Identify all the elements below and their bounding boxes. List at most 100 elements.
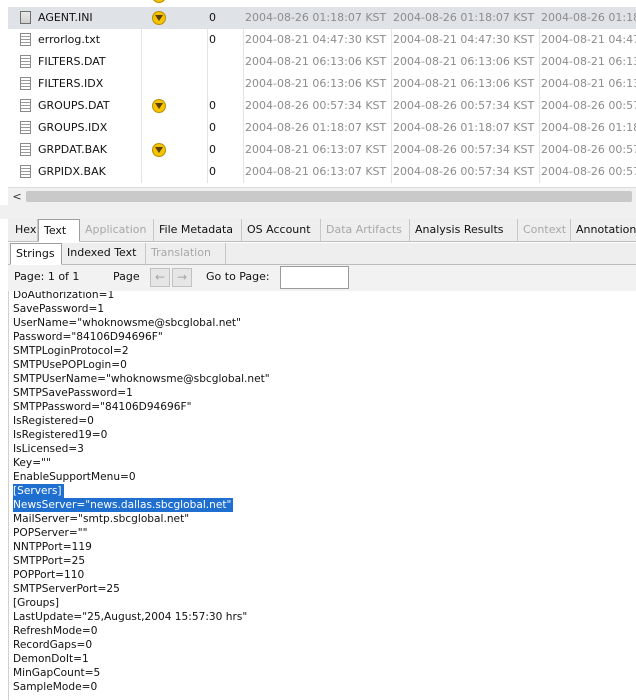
- text-line: Key="": [13, 457, 51, 469]
- size-cell: 0: [208, 139, 244, 161]
- file-icon: [20, 55, 31, 68]
- next-page-arrow-icon[interactable]: →: [172, 268, 192, 287]
- table-row[interactable]: GROUPS.DAT 0 2004-08-26 00:57:34 KST 2004-0…: [8, 95, 636, 117]
- warning-flag-icon: [152, 11, 166, 25]
- access-time-cell: 2004-08-21 04:47: [540, 29, 636, 51]
- flag-cell: [142, 139, 208, 161]
- goto-page-input[interactable]: [280, 266, 349, 289]
- table-row[interactable]: FILTERS.DAT 2004-08-21 06:13:06 KST 2004-0…: [8, 51, 636, 73]
- scrollbar-thumb[interactable]: [26, 191, 632, 202]
- strings-text-area[interactable]: DoAuthorization=1 SavePassword=1 UserName=…: [8, 291, 636, 700]
- splitter[interactable]: [0, 205, 636, 219]
- tab-text[interactable]: Text: [38, 219, 80, 242]
- file-name-cell: GRPDAT.BAK: [8, 139, 142, 161]
- tab-annotations[interactable]: Annotations: [571, 219, 636, 241]
- size-cell: 0: [208, 29, 244, 51]
- size-cell: 0: [208, 161, 244, 183]
- table-row[interactable]: GRPIDX.BAK 0 2004-08-21 06:13:07 KST 2004-0…: [8, 161, 636, 183]
- access-time-cell: 2004-08-21 06:13: [540, 51, 636, 73]
- size-cell: [208, 73, 244, 95]
- modified-time-cell: 2004-08-26 00:57:34 KST: [244, 95, 392, 117]
- text-viewer-subtabs: Strings Indexed Text Translation: [8, 243, 636, 265]
- tab-data-artifacts: Data Artifacts: [321, 219, 410, 241]
- file-name: GROUPS.DAT: [38, 99, 110, 112]
- table-row[interactable]: AGENT.INI 0 2004-08-26 01:18:07 KST 2004-08…: [8, 7, 636, 29]
- text-line: LastUpdate="25,August,2004 15:57:30 hrs": [13, 611, 248, 623]
- previous-page-arrow-icon[interactable]: ←: [150, 268, 170, 287]
- text-line: UserName="whoknowsme@sbcglobal.net": [13, 317, 241, 329]
- access-time-cell: 2004-08-26 01:18: [540, 7, 636, 29]
- file-icon: [20, 99, 31, 112]
- size-cell: [208, 51, 244, 73]
- file-name: FILTERS.DAT: [38, 55, 106, 68]
- tab-os-account[interactable]: OS Account: [242, 219, 321, 241]
- strings-toolbar: Page: 1 of 1 Page ← → Go to Page:: [8, 265, 636, 292]
- text-line: RefreshMode=0: [13, 625, 98, 637]
- file-icon: [20, 121, 31, 134]
- change-time-cell: 2004-08-21 04:47:30 KST: [392, 29, 540, 51]
- subtab-translation: Translation: [146, 243, 226, 264]
- change-time-cell: 2004-08-26 00:57:34 KST: [392, 161, 540, 183]
- page-count-label: Page: 1 of 1: [14, 270, 80, 283]
- table-row[interactable]: GROUPS.IDX 0 2004-08-26 01:18:07 KST 2004-0…: [8, 117, 636, 139]
- text-line: SavePassword=1: [13, 303, 105, 315]
- modified-time-cell: 2004-08-21 06:13:06 KST: [244, 51, 392, 73]
- change-time-cell: 2004-08-26 01:18:07 KST: [392, 117, 540, 139]
- text-line: RecordGaps=0: [13, 639, 93, 651]
- flag-cell: [142, 95, 208, 117]
- warning-flag-icon: [152, 143, 166, 157]
- tab-hex[interactable]: Hex: [10, 219, 38, 241]
- table-row[interactable]: errorlog.txt 0 2004-08-21 04:47:30 KST 2004…: [8, 29, 636, 51]
- subtab-strings[interactable]: Strings: [10, 243, 62, 265]
- file-table: AGENT.INI 0 2004-08-26 01:18:07 KST 2004-08…: [8, 0, 636, 185]
- text-line: SMTPServerPort=25: [13, 583, 120, 595]
- text-line: SMTPUsePOPLogin=0: [13, 359, 127, 371]
- modified-time-cell: 2004-08-21 06:13:07 KST: [244, 139, 392, 161]
- flag-cell: [142, 117, 208, 139]
- file-name-cell: AGENT.INI: [8, 7, 142, 29]
- content-viewer-tabs: Hex Text Application File Metadata OS Accoun…: [8, 219, 636, 242]
- tab-analysis-results[interactable]: Analysis Results: [410, 219, 518, 241]
- file-icon: [20, 165, 31, 178]
- text-line: SMTPUserName="whoknowsme@sbcglobal.net": [13, 373, 270, 385]
- file-name-cell: FILTERS.DAT: [8, 51, 142, 73]
- flag-cell: [142, 7, 208, 29]
- size-cell: 0: [208, 117, 244, 139]
- text-line: SMTPLoginProtocol=2: [13, 345, 129, 357]
- divider: [8, 291, 9, 700]
- file-name-cell: GROUPS.IDX: [8, 117, 142, 139]
- file-name: AGENT.INI: [38, 11, 93, 24]
- size-cell: 0: [208, 95, 244, 117]
- text-file-icon: [20, 33, 31, 46]
- access-time-cell: 2004-08-26 00:57: [540, 161, 636, 183]
- file-name-cell: GRPIDX.BAK: [8, 161, 142, 183]
- text-line: POPServer="": [13, 527, 88, 539]
- text-line: IsRegistered19=0: [13, 429, 108, 441]
- table-row[interactable]: GRPDAT.BAK 0 2004-08-21 06:13:07 KST 2004-0…: [8, 139, 636, 161]
- warning-flag-icon: [152, 99, 166, 113]
- text-line: DemonDoIt=1: [13, 653, 89, 665]
- scroll-left-arrow-icon[interactable]: <: [10, 189, 24, 204]
- flag-cell: [142, 51, 208, 73]
- access-time-cell: 2004-08-26 01:18: [540, 117, 636, 139]
- subtab-indexed-text[interactable]: Indexed Text: [62, 243, 146, 264]
- goto-page-label: Go to Page:: [206, 270, 270, 283]
- modified-time-cell: 2004-08-26 01:18:07 KST: [244, 7, 392, 29]
- text-line: SampleMode=0: [13, 681, 98, 693]
- flag-cell: [142, 29, 208, 51]
- page-nav-label: Page: [113, 270, 140, 283]
- table-row[interactable]: FILTERS.IDX 2004-08-21 06:13:06 KST 2004-0…: [8, 73, 636, 95]
- text-line: IsRegistered=0: [13, 415, 94, 427]
- change-time-cell: 2004-08-21 06:13:06 KST: [392, 73, 540, 95]
- file-name-cell: FILTERS.IDX: [8, 73, 142, 95]
- horizontal-scrollbar[interactable]: <: [8, 187, 636, 205]
- file-name-cell: GROUPS.DAT: [8, 95, 142, 117]
- modified-time-cell: 2004-08-21 06:13:06 KST: [244, 73, 392, 95]
- change-time-cell: 2004-08-26 00:57:34 KST: [392, 95, 540, 117]
- text-line: NNTPPort=119: [13, 541, 92, 553]
- file-name: GRPDAT.BAK: [38, 143, 107, 156]
- size-cell: 0: [208, 7, 244, 29]
- change-time-cell: 2004-08-26 00:57:34 KST: [392, 139, 540, 161]
- tab-file-metadata[interactable]: File Metadata: [154, 219, 242, 241]
- access-time-cell: 2004-08-26 00:57: [540, 95, 636, 117]
